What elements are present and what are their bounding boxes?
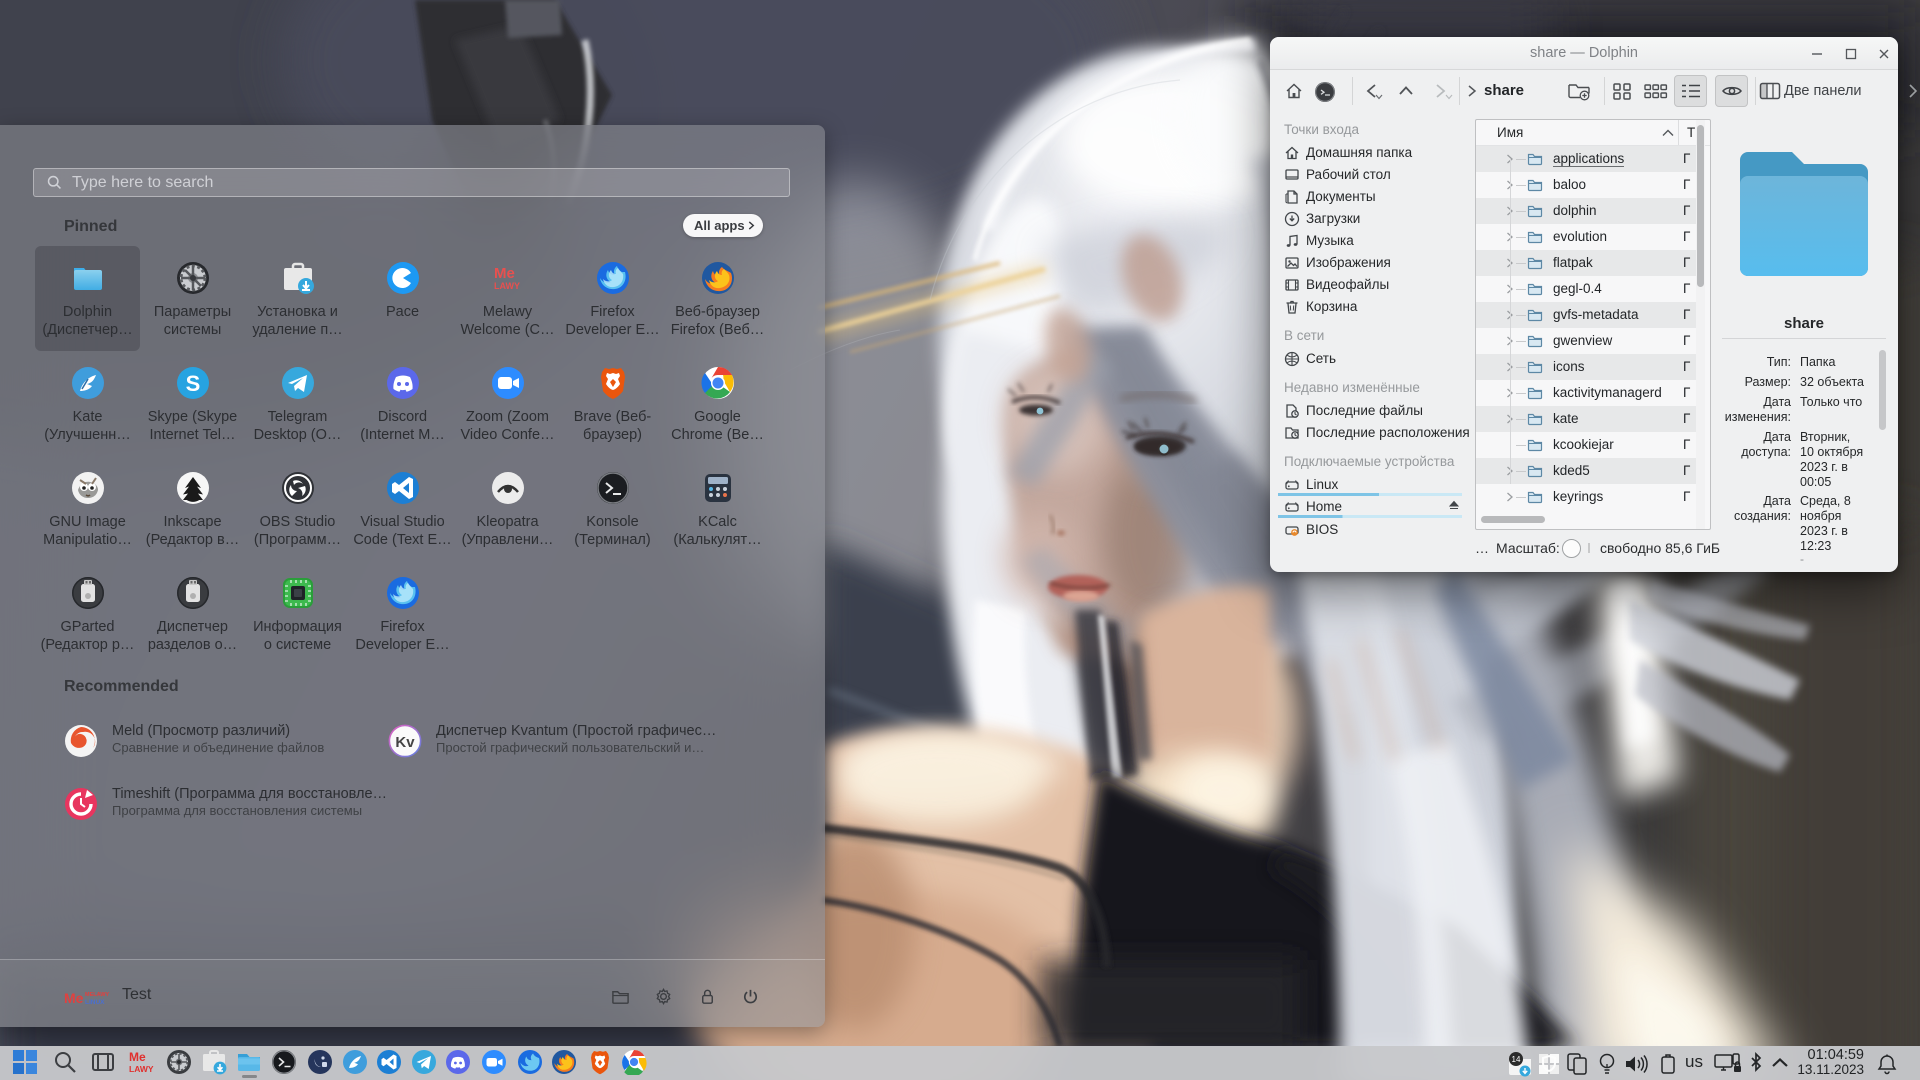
svg-text:Kv: Kv [395,734,415,751]
svg-text:14: 14 [1512,1055,1521,1064]
svg-text:Me: Me [129,1050,146,1064]
svg-text:S: S [185,371,200,396]
svg-text:LAWY: LAWY [494,281,520,291]
svg-text:MELAWY: MELAWY [85,992,109,998]
svg-text:Me: Me [64,990,84,1006]
svg-text:LAWY: LAWY [129,1064,154,1074]
svg-text:LINUX: LINUX [85,999,105,1006]
svg-text:Me: Me [494,265,515,282]
